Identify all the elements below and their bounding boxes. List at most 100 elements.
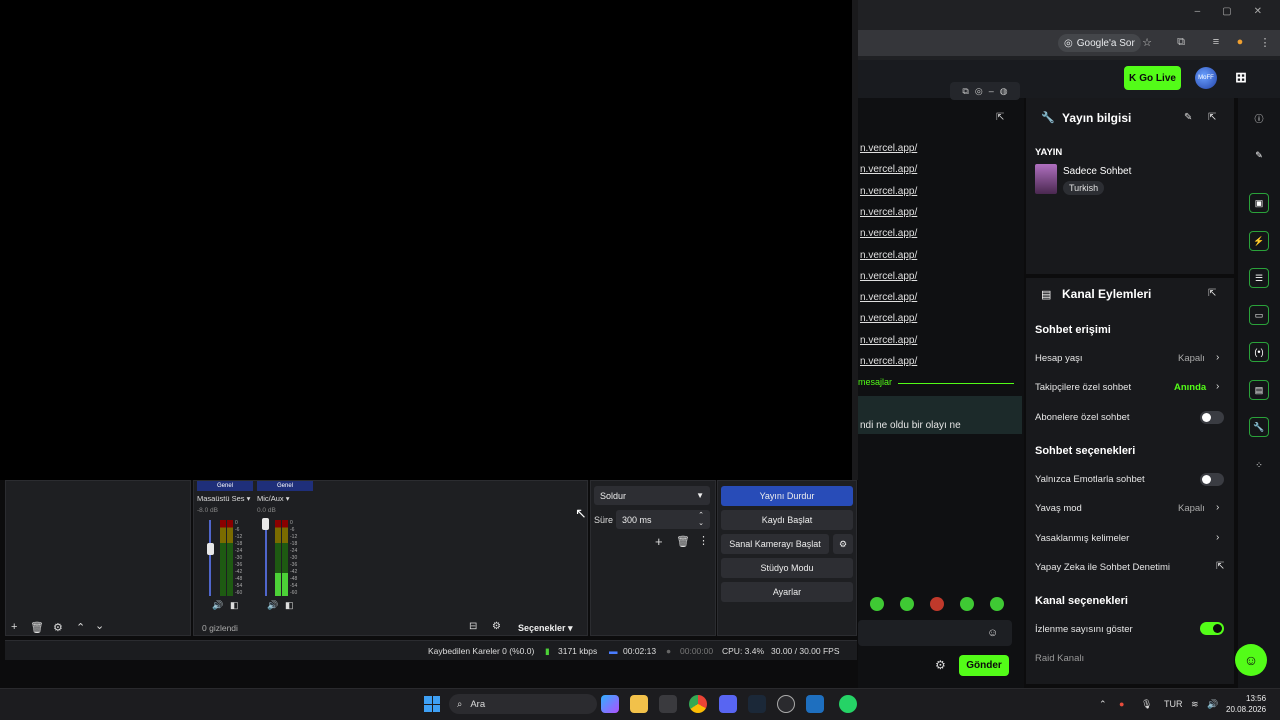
emote-icon[interactable] bbox=[900, 597, 914, 611]
mixer-channel-name[interactable]: Mic/Aux ▾ bbox=[257, 494, 313, 503]
chat-link[interactable]: n.vercel.app/ bbox=[860, 143, 917, 154]
chat-link[interactable]: n.vercel.app/ bbox=[860, 164, 917, 175]
maximize-button[interactable]: ▢ bbox=[1222, 6, 1231, 17]
wrench-icon[interactable]: 🔧 bbox=[1249, 417, 1269, 437]
trash-icon[interactable]: 🗑 bbox=[676, 535, 690, 548]
close-button[interactable]: ✕ bbox=[1254, 6, 1262, 17]
gear-advanced-icon[interactable]: ⚙ bbox=[492, 621, 501, 632]
media-icon[interactable]: ≡ bbox=[1208, 34, 1224, 50]
chat-link[interactable]: n.vercel.app/ bbox=[860, 356, 917, 367]
add-icon[interactable]: + bbox=[11, 621, 17, 633]
minus-icon[interactable]: – bbox=[989, 86, 994, 96]
menu-icon[interactable]: ⋮ bbox=[1257, 34, 1273, 50]
info-icon[interactable]: ⓘ bbox=[1249, 108, 1269, 128]
gear-icon[interactable]: ⚙ bbox=[53, 621, 63, 634]
chat-link[interactable]: n.vercel.app/ bbox=[860, 313, 917, 324]
send-button[interactable]: Gönder bbox=[959, 655, 1009, 676]
copy-icon[interactable]: ⧉ bbox=[962, 86, 968, 97]
more-options-icon[interactable]: ⋮ bbox=[698, 534, 709, 547]
clock[interactable]: 13:56 20.08.2026 bbox=[1226, 693, 1266, 715]
emote-icon[interactable] bbox=[960, 597, 974, 611]
chat-settings-icon[interactable]: ⚙ bbox=[935, 658, 946, 672]
subscribers-only-toggle[interactable] bbox=[1200, 411, 1224, 424]
add-transition-icon[interactable]: + bbox=[655, 534, 663, 549]
volume-fader-knob[interactable] bbox=[262, 517, 269, 530]
list-icon[interactable]: ☰ bbox=[1249, 268, 1269, 288]
chrome-icon[interactable] bbox=[689, 695, 707, 713]
emote-icon[interactable] bbox=[930, 597, 944, 611]
banned-words-label[interactable]: Yasaklanmış kelimeler bbox=[1035, 533, 1129, 544]
avatar[interactable]: MoFF bbox=[1195, 67, 1217, 89]
chat-link[interactable]: n.vercel.app/ bbox=[860, 250, 917, 261]
hide-icon[interactable]: ◍ bbox=[1000, 86, 1008, 97]
kick-logo-icon[interactable]: ⊞ bbox=[1232, 68, 1250, 86]
speaker-icon[interactable]: 🔊 bbox=[212, 600, 223, 611]
chevron-up-icon[interactable]: ⌃ bbox=[76, 621, 85, 634]
duration-spinbox[interactable]: 300 ms ⌃ ⌄ bbox=[616, 510, 710, 529]
steam-icon[interactable] bbox=[748, 695, 766, 713]
chat-link[interactable]: n.vercel.app/ bbox=[860, 228, 917, 239]
chat-link[interactable]: n.vercel.app/ bbox=[860, 271, 917, 282]
chevron-right-icon[interactable]: › bbox=[1216, 381, 1219, 392]
slow-mode-label[interactable]: Yavaş mod bbox=[1035, 503, 1082, 514]
emote-icon[interactable] bbox=[990, 597, 1004, 611]
support-button[interactable]: ☺ bbox=[1235, 644, 1267, 676]
monitor-icon[interactable]: ◧ bbox=[285, 600, 294, 611]
windows-start-icon[interactable] bbox=[424, 696, 440, 712]
file-explorer-icon[interactable] bbox=[630, 695, 648, 713]
layout-icon[interactable]: ▣ bbox=[1249, 193, 1269, 213]
minimize-button[interactable]: – bbox=[1195, 6, 1201, 17]
google-ask-chip[interactable]: ◎ Google'a Sor bbox=[1058, 34, 1141, 52]
mixer-channel-name[interactable]: Masaüstü Ses ▾ bbox=[197, 494, 253, 503]
raid-label[interactable]: Raid Kanalı bbox=[1035, 653, 1084, 664]
taskbar-search[interactable]: ⌕ Ara bbox=[449, 694, 597, 714]
bolt-icon[interactable]: ⚡ bbox=[1249, 231, 1269, 251]
popout-icon[interactable]: ⇱ bbox=[996, 112, 1004, 123]
emotes-only-toggle[interactable] bbox=[1200, 473, 1224, 486]
transition-select[interactable]: Soldur ▼ bbox=[594, 486, 710, 505]
chevron-right-icon[interactable]: › bbox=[1216, 352, 1219, 363]
volume-icon[interactable]: 🔊 bbox=[1207, 699, 1218, 710]
app-icon[interactable] bbox=[806, 695, 824, 713]
popout-icon[interactable]: ⇱ bbox=[1208, 112, 1216, 123]
input-language[interactable]: TUR bbox=[1164, 699, 1183, 709]
obs-icon[interactable] bbox=[777, 695, 795, 713]
whatsapp-icon[interactable] bbox=[839, 695, 857, 713]
show-viewers-toggle[interactable] bbox=[1200, 622, 1224, 635]
chat-link[interactable]: n.vercel.app/ bbox=[860, 335, 917, 346]
discord-icon[interactable] bbox=[719, 695, 737, 713]
layout-icon[interactable]: ⊟ bbox=[469, 621, 477, 632]
settings-button[interactable]: Ayarlar bbox=[721, 582, 853, 602]
speaker-icon[interactable]: 🔊 bbox=[267, 600, 278, 611]
microphone-icon[interactable]: 🎙 bbox=[1141, 699, 1152, 710]
volume-fader-mic[interactable] bbox=[265, 520, 267, 596]
edit-icon[interactable]: ✎ bbox=[1184, 112, 1192, 123]
chat-link[interactable]: n.vercel.app/ bbox=[860, 186, 917, 197]
tray-app-icon[interactable]: ● bbox=[1119, 699, 1124, 709]
account-age-label[interactable]: Hesap yaşı bbox=[1035, 353, 1083, 364]
followers-only-label[interactable]: Takipçilere özel sohbet bbox=[1035, 382, 1131, 393]
chat-link[interactable]: n.vercel.app/ bbox=[860, 292, 917, 303]
tray-chevron-up-icon[interactable]: ⌃ bbox=[1099, 699, 1107, 710]
target-icon[interactable]: ◎ bbox=[975, 86, 983, 97]
popout-icon[interactable]: ⇱ bbox=[1208, 288, 1216, 299]
copilot-icon[interactable] bbox=[601, 695, 619, 713]
wifi-icon[interactable]: ≋ bbox=[1191, 699, 1199, 710]
ai-moderation-label[interactable]: Yapay Zeka ile Sohbet Denetimi bbox=[1035, 562, 1170, 573]
spinner-arrows-icon[interactable]: ⌃ ⌄ bbox=[698, 512, 704, 528]
broadcast-icon[interactable]: (•) bbox=[1249, 342, 1269, 362]
chat-icon[interactable]: ▭ bbox=[1249, 305, 1269, 325]
apps-icon[interactable]: ⁘ bbox=[1249, 455, 1269, 475]
chevron-right-icon[interactable]: › bbox=[1216, 532, 1219, 543]
monitor-icon[interactable]: ◧ bbox=[230, 600, 239, 611]
chat-link[interactable]: n.vercel.app/ bbox=[860, 207, 917, 218]
store-icon[interactable] bbox=[659, 695, 677, 713]
pen-icon[interactable]: ✎ bbox=[1249, 145, 1269, 165]
emote-icon[interactable] bbox=[870, 597, 884, 611]
volume-fader-desktop[interactable] bbox=[209, 520, 211, 596]
start-record-button[interactable]: Kaydı Başlat bbox=[721, 510, 853, 530]
trash-icon[interactable]: 🗑 bbox=[30, 621, 44, 634]
chevron-right-icon[interactable]: › bbox=[1216, 502, 1219, 513]
profile-icon[interactable]: ● bbox=[1232, 34, 1248, 50]
mixer-options-button[interactable]: Seçenekler ▾ bbox=[518, 623, 573, 634]
